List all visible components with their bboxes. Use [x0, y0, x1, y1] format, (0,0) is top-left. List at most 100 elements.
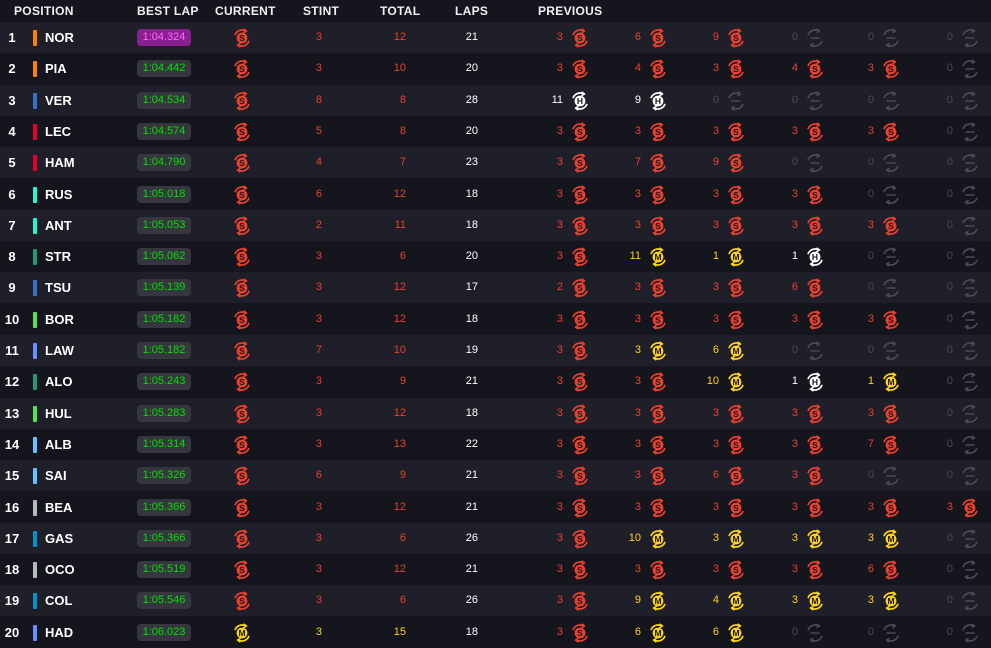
svg-text:S: S [812, 127, 818, 137]
driver-code[interactable]: GAS [45, 531, 73, 546]
table-row[interactable]: 15 SAI 1:05.326 S 6 9 21 3 S 3 S 6 S 3 S 0 0 [0, 460, 991, 492]
table-row[interactable]: 2 PIA 1:04.442 S 3 10 20 3 S 4 S 3 S 4 S 3 S 0 [0, 53, 991, 85]
driver-code[interactable]: ALB [45, 437, 72, 452]
previous-soft-tyre-icon: S [880, 497, 902, 519]
svg-text:S: S [655, 377, 661, 387]
best-lap-time: 1:05.182 [137, 310, 191, 328]
previous-soft-tyre-icon: S [647, 152, 669, 174]
laps-count: 20 [465, 250, 478, 263]
svg-text:S: S [733, 565, 739, 575]
previous-stint-laps: 0 [867, 31, 874, 43]
driver-code[interactable]: LAW [45, 343, 74, 358]
driver-code[interactable]: BEA [45, 500, 72, 515]
current-soft-tyre-icon: S [231, 590, 253, 612]
header-position[interactable]: POSITION [14, 4, 74, 18]
table-row[interactable]: 18 OCO 1:05.519 S 3 12 21 3 S 3 S 3 S 3 S 6 S 0 [0, 554, 991, 586]
table-row[interactable]: 12 ALO 1:05.243 S 3 9 21 3 S 3 S 10 M 1 H 1 M 0 [0, 366, 991, 398]
table-row[interactable]: 10 BOR 1:05.182 S 3 12 18 3 S 3 S 3 S 3 S 3 S 0 [0, 303, 991, 335]
header-laps[interactable]: LAPS [455, 4, 488, 18]
driver-code[interactable]: STR [45, 249, 71, 264]
header-current[interactable]: CURRENT [215, 4, 276, 18]
position-number: 14 [4, 436, 20, 452]
svg-text:S: S [733, 471, 739, 481]
driver-code[interactable]: SAI [45, 468, 67, 483]
svg-text:S: S [733, 284, 739, 294]
previous-stint-laps: 3 [867, 124, 874, 137]
header-best-lap[interactable]: BEST LAP [137, 4, 199, 18]
header-total[interactable]: TOTAL [380, 4, 420, 18]
driver-code[interactable]: ANT [45, 218, 72, 233]
table-row[interactable]: 9 TSU 1:05.139 S 3 12 17 2 S 3 S 3 S 6 S 0 0 [0, 272, 991, 304]
best-lap-time: 1:04.790 [137, 154, 191, 172]
table-row[interactable]: 11 LAW 1:05.182 S 7 10 19 3 S 3 M 6 M 0 0 0 [0, 335, 991, 366]
best-lap-time: 1:05.546 [137, 592, 191, 610]
previous-stint-laps: 3 [712, 531, 719, 544]
table-row[interactable]: 4 LEC 1:04.574 S 5 8 20 3 S 3 S 3 S 3 S 3 S 0 [0, 115, 991, 147]
best-lap-time: 1:05.326 [137, 467, 191, 485]
svg-text:S: S [812, 565, 818, 575]
table-row[interactable]: 1 NOR 1:04.324 S 3 12 21 3 S 6 S 9 S 0 0 0 [0, 22, 991, 53]
laps-count: 18 [465, 187, 478, 200]
previous-stint-laps: 3 [867, 218, 874, 231]
table-row[interactable]: 3 VER 1:04.534 S 8 8 28 11 H 9 H 0 0 0 0 [0, 84, 991, 116]
svg-text:S: S [577, 377, 583, 387]
previous-stint-laps: 0 [946, 218, 953, 231]
svg-text:S: S [577, 252, 583, 262]
table-row[interactable]: 19 COL 1:05.546 S 3 6 26 3 S 9 M 4 M 3 M 3 M 0 [0, 585, 991, 617]
current-soft-tyre-icon: S [231, 340, 253, 362]
svg-text:S: S [655, 503, 661, 513]
table-row[interactable]: 16 BEA 1:05.366 S 3 12 21 3 S 3 S 3 S 3 S 3 S 3 S [0, 491, 991, 523]
total-laps: 7 [399, 156, 406, 169]
previous-stint-laps: 3 [556, 375, 563, 388]
previous-stint-laps: 3 [791, 437, 798, 450]
driver-code[interactable]: BOR [45, 312, 74, 327]
driver-code[interactable]: RUS [45, 187, 72, 202]
previous-soft-tyre-icon: S [647, 215, 669, 237]
position-number: 6 [8, 186, 16, 202]
driver-code[interactable]: HAM [45, 155, 75, 170]
stint-laps: 3 [315, 375, 322, 388]
table-row[interactable]: 20 HAD 1:06.023 M 3 15 18 3 S 6 M 6 M 0 0 0 [0, 616, 991, 648]
table-row[interactable]: 14 ALB 1:05.314 S 3 13 22 3 S 3 S 3 S 3 S 7 S 0 [0, 428, 991, 460]
previous-no-tyre-icon [880, 90, 902, 112]
svg-text:S: S [812, 64, 818, 74]
previous-stint-laps: 3 [634, 469, 641, 482]
previous-stint-laps: 3 [556, 531, 563, 544]
current-soft-tyre-icon: S [231, 371, 253, 393]
svg-text:S: S [812, 221, 818, 231]
previous-stint-laps: 3 [712, 563, 719, 576]
current-soft-tyre-icon: S [231, 309, 253, 331]
previous-soft-tyre-icon: S [880, 121, 902, 143]
driver-code[interactable]: HUL [45, 406, 72, 421]
total-laps: 11 [394, 218, 406, 231]
driver-code[interactable]: HAD [45, 625, 73, 640]
previous-stint-laps: 3 [634, 187, 641, 200]
driver-code[interactable]: TSU [45, 280, 71, 295]
driver-code[interactable]: NOR [45, 30, 74, 45]
table-row[interactable]: 8 STR 1:05.062 S 3 6 20 3 S 11 M 1 M 1 H 0 0 [0, 241, 991, 273]
table-row[interactable]: 6 RUS 1:05.018 S 6 12 18 3 S 3 S 3 S 3 S 0 0 [0, 178, 991, 210]
previous-no-tyre-icon [959, 403, 981, 425]
table-row[interactable]: 5 HAM 1:04.790 S 4 7 23 3 S 7 S 9 S 0 0 0 [0, 147, 991, 179]
previous-soft-tyre-icon: S [647, 465, 669, 487]
table-row[interactable]: 13 HUL 1:05.283 S 3 12 18 3 S 3 S 3 S 3 S 3 S 0 [0, 397, 991, 429]
team-color-bar [33, 30, 37, 46]
header-previous[interactable]: PREVIOUS [538, 4, 602, 18]
svg-text:S: S [733, 409, 739, 419]
previous-soft-tyre-icon: S [569, 309, 591, 331]
current-soft-tyre-icon: S [231, 434, 253, 456]
driver-code[interactable]: ALO [45, 374, 72, 389]
driver-code[interactable]: COL [45, 593, 72, 608]
driver-code[interactable]: PIA [45, 61, 67, 76]
header-stint[interactable]: STINT [303, 4, 339, 18]
table-row[interactable]: 17 GAS 1:05.366 S 3 6 26 3 S 10 M 3 M 3 M 3 M 0 [0, 522, 991, 554]
table-row[interactable]: 7 ANT 1:05.053 S 2 11 18 3 S 3 S 3 S 3 S 3 S 0 [0, 209, 991, 241]
driver-code[interactable]: OCO [45, 562, 75, 577]
previous-soft-tyre-icon: S [647, 184, 669, 206]
previous-no-tyre-icon [959, 215, 981, 237]
svg-text:S: S [577, 503, 583, 513]
previous-medium-tyre-icon: M [725, 340, 747, 362]
driver-code[interactable]: LEC [45, 124, 71, 139]
svg-text:M: M [887, 597, 894, 607]
driver-code[interactable]: VER [45, 93, 72, 108]
